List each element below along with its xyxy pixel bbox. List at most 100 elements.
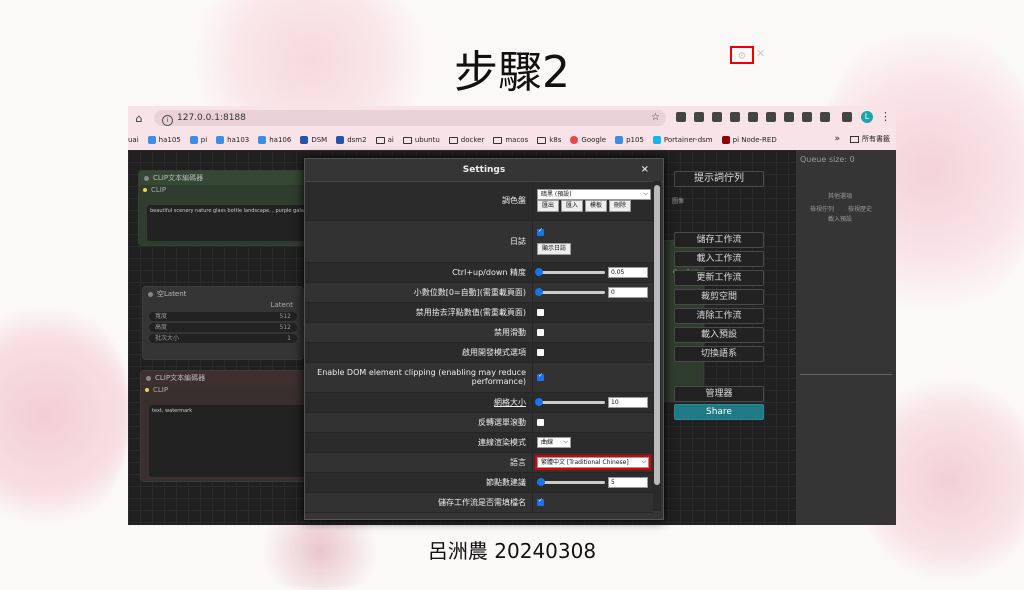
divider [800,374,892,375]
dom-clip-checkbox[interactable] [537,372,544,381]
sidepanel-icon[interactable] [842,112,852,122]
home-icon[interactable]: ⌂ [132,112,146,125]
setting-label: 網格大小 [494,397,526,407]
prompt-filename-checkbox[interactable] [537,497,544,506]
latent-output[interactable]: Latent [143,301,303,310]
clip-text-encode-node[interactable]: CLIP文本編碼器 CLIP text, watermark [140,370,312,482]
height-widget[interactable]: 高度 512 [149,323,297,332]
decimal-slider[interactable] [535,287,605,296]
bookmark-star-icon[interactable]: ☆ [651,110,660,126]
bookmark[interactable]: ha106 [258,136,291,144]
extension-icon[interactable] [694,112,704,122]
load-default-small[interactable]: 載入預設 [828,214,852,223]
bookmark[interactable]: Portainer-dsm [652,136,713,144]
setting-label: 反轉選單滾動 [305,412,533,433]
setting-label: 節點數建議 [305,472,533,493]
template-button[interactable]: 模板 [585,200,608,213]
view-history-button[interactable]: 檢視歷史 [848,204,872,213]
export-button[interactable]: 匯出 [537,200,560,213]
clip-input-slot[interactable]: CLIP [141,385,311,395]
extra-options-label[interactable]: 其他選項 [828,191,852,200]
node-title: CLIP文本編碼器 [141,371,311,385]
width-widget[interactable]: 寬度 512 [149,312,297,321]
close-icon[interactable]: × [641,159,649,181]
site-info-icon[interactable]: i [162,115,173,126]
extension-icon[interactable] [730,112,740,122]
settings-dialog: Settings × 調色盤 暗黑 (預設) 匯出匯入模板刪除 日誌 顯示日誌 … [304,158,664,520]
puzzle-icon[interactable] [820,112,830,122]
grid-size-input[interactable]: 10 [608,396,648,408]
clear-button[interactable]: 清除工作流 [674,308,764,324]
settings-scrollbar[interactable] [653,181,661,511]
load-default-button[interactable]: 載入預設 [674,327,764,343]
import-button[interactable]: 匯入 [561,200,584,213]
save-button[interactable]: 儲存工作流 [674,232,764,248]
load-button[interactable]: 載入工作流 [674,251,764,267]
manager-button[interactable]: 管理器 [674,386,764,402]
delete-button[interactable]: 刪除 [609,200,632,213]
logging-checkbox[interactable] [537,227,544,236]
bookmarks-bar: uai ha105 pi ha103 ha106 DSM dsm2 ai ubu… [128,130,896,150]
color-palette-select[interactable]: 暗黑 (預設) [537,189,651,201]
invert-menu-checkbox[interactable] [537,418,544,426]
clipspace-button[interactable]: 裁剪空間 [674,289,764,305]
disable-slider-checkbox[interactable] [537,328,544,336]
locale-select[interactable]: 繁體中文 [Traditional Chinese] [535,454,651,470]
node-suggest-slider[interactable] [537,477,605,486]
extension-icon[interactable] [748,112,758,122]
all-bookmarks[interactable]: 所有書籤 [862,134,890,144]
view-queue-button[interactable]: 檢視佇列 [810,204,834,213]
bookmark[interactable]: ha105 [147,136,181,144]
decimal-input[interactable]: 0 [608,286,648,298]
folder-icon [850,135,859,143]
close-icon[interactable]: ✕ [756,47,765,60]
float-round-checkbox[interactable] [537,308,544,316]
bookmark[interactable]: uai [128,136,139,144]
partial-label: 圖像 [672,198,685,205]
precision-slider[interactable] [535,267,605,276]
profile-avatar[interactable]: L [861,111,873,123]
extension-icon[interactable] [676,112,686,122]
bookmark[interactable]: pi [189,136,207,144]
extension-icon[interactable] [766,112,776,122]
refresh-button[interactable]: 更新工作流 [674,270,764,286]
empty-latent-node[interactable]: 空Latent Latent 寬度 512 高度 512 批次大小 1 [142,286,304,360]
bookmark-folder[interactable]: macos [493,136,528,144]
setting-label: 啟用開發模式選項 [305,342,533,363]
url-text: 127.0.0.1:8188 [177,113,246,123]
bookmark-folder[interactable]: docker [448,136,484,144]
switch-locale-button[interactable]: 切換語系 [674,346,764,362]
link-render-select[interactable]: 曲線 [537,436,571,448]
bookmark-folder[interactable]: ubuntu [402,136,440,144]
queue-prompt-button[interactable]: 提示詞佇列 [674,171,764,187]
bookmark-folder[interactable]: ai [375,136,394,144]
bookmark-folder[interactable]: k8s [537,136,561,144]
browser-chrome: ⌂ i 127.0.0.1:8188 ☆ L ⋮ uai ha105 pi ha1… [128,106,896,150]
extension-icon[interactable] [712,112,722,122]
dev-mode-checkbox[interactable] [537,348,544,356]
bookmark[interactable]: p105 [615,136,644,144]
show-log-button[interactable]: 顯示日誌 [537,242,572,255]
more-bookmarks-icon[interactable]: » [834,134,840,144]
precision-input[interactable]: 0.05 [608,266,648,278]
setting-label: 調色盤 [305,182,533,221]
extension-icon[interactable] [802,112,812,122]
node-suggest-input[interactable]: 5 [608,476,648,488]
bookmark[interactable]: Google [570,136,606,144]
negative-prompt-textarea[interactable]: text, watermark [149,405,305,477]
bookmark[interactable]: pi Node-RED [721,136,777,144]
share-button[interactable]: Share [674,404,764,420]
kebab-menu-icon[interactable]: ⋮ [880,110,891,123]
bookmark[interactable]: ha103 [216,136,249,144]
bookmark[interactable]: DSM [300,136,327,144]
folder-icon [493,136,503,144]
address-bar[interactable]: i 127.0.0.1:8188 ☆ [154,110,666,126]
batch-widget[interactable]: 批次大小 1 [149,334,297,343]
extension-icon[interactable] [784,112,794,122]
folder-icon [448,136,458,144]
settings-gear-icon[interactable]: ⚙ [730,46,754,64]
grid-size-slider[interactable] [535,397,605,406]
setting-label: 禁用捨去浮點數值(需重載頁面) [305,302,533,323]
setting-label: Ctrl+up/down 精度 [305,262,533,283]
bookmark[interactable]: dsm2 [336,136,367,144]
